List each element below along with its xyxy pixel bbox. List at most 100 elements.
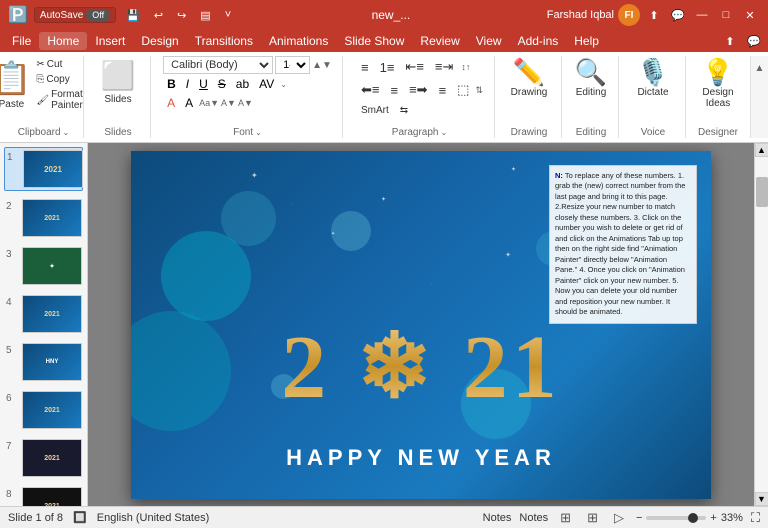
ribbon-right-toolbar: ▲ [750, 56, 768, 138]
minimize-button[interactable]: — [692, 5, 712, 25]
drawing-button[interactable]: ✏️ Drawing [506, 56, 553, 101]
indent-more-button[interactable]: ≡⇥ [430, 56, 458, 78]
slide-thumb-8[interactable]: 8 2021 [4, 485, 83, 506]
notes-button[interactable]: Notes [483, 512, 512, 524]
slide-img-8: 2021 [22, 487, 82, 506]
present-button[interactable]: ▤ [196, 8, 214, 23]
user-name: Farshad Iqbal [547, 9, 614, 21]
font-content: Calibri (Body) 18 ▲▼ B I U S ab AV [163, 56, 332, 125]
copy-label: Copy [46, 74, 69, 85]
ribbon: 📋 Paste ✂ Cut ⎘ Copy 🖌 Format Painter Cl… [0, 52, 768, 143]
star-2: ✦ [381, 196, 386, 203]
font-family-select[interactable]: Calibri (Body) [163, 56, 273, 74]
slide-thumb-6[interactable]: 6 2021 [4, 389, 83, 431]
menu-design[interactable]: Design [133, 32, 186, 50]
design-ideas-button[interactable]: 💡 Design Ideas [697, 56, 739, 112]
star-7: · [291, 201, 292, 206]
ribbon-designer-group: 💡 Design Ideas Designer [688, 56, 748, 138]
view-normal-button[interactable]: ⊞ [556, 509, 575, 527]
menu-file[interactable]: File [4, 32, 39, 50]
slide-num-3: 3 [6, 249, 18, 260]
dictate-button[interactable]: 🎙️ Dictate [632, 56, 674, 101]
justify-button[interactable]: ≡ [434, 80, 452, 101]
editing-button[interactable]: 🔍 Editing [570, 56, 612, 101]
menu-review[interactable]: Review [412, 32, 467, 50]
collapse-ribbon-button[interactable]: ▲ [752, 60, 768, 76]
redo-button[interactable]: ↪ [173, 8, 190, 23]
font-extra: Aa▼ A▼ A▼ [199, 98, 253, 108]
menu-view[interactable]: View [468, 32, 510, 50]
font-group-label: Font ⌄ [159, 127, 336, 138]
view-slide-sorter-button[interactable]: ⊞ [583, 509, 602, 527]
paste-button[interactable]: 📋 Paste [0, 56, 31, 113]
menu-home[interactable]: Home [39, 32, 87, 50]
highlight-button[interactable]: A [181, 94, 197, 112]
comments-button[interactable]: 💬 [668, 5, 688, 25]
smartart-button[interactable]: SmArt [356, 102, 394, 119]
zoom-slider[interactable] [646, 516, 706, 520]
notes-label-text[interactable]: Notes [519, 512, 548, 524]
zoom-thumb[interactable] [688, 513, 698, 523]
slide-num-8: 8 [6, 489, 18, 500]
slide-thumb-1[interactable]: 1 2021 [4, 147, 83, 191]
convert-to-text[interactable]: ⇆ [395, 102, 413, 119]
undo-button[interactable]: ↩ [150, 8, 167, 23]
font-size-select[interactable]: 18 [275, 56, 310, 74]
bold-button[interactable]: B [163, 75, 180, 93]
more-quick-buttons[interactable]: ˅ [221, 8, 235, 22]
indent-less-button[interactable]: ⇤≡ [400, 56, 428, 78]
share-button[interactable]: ⬆ [644, 5, 664, 25]
menu-transitions[interactable]: Transitions [187, 32, 261, 50]
menu-insert[interactable]: Insert [87, 32, 133, 50]
slide-thumb-4[interactable]: 4 2021 [4, 293, 83, 335]
close-button[interactable]: ✕ [740, 5, 760, 25]
clipboard-content: 📋 Paste ✂ Cut ⎘ Copy 🖌 Format Painter [0, 56, 96, 125]
strikethrough-button[interactable]: S [214, 75, 230, 93]
char-spacing-button[interactable]: AV [255, 75, 278, 93]
numbering-button[interactable]: 1≡ [375, 57, 400, 78]
font-controls: Calibri (Body) 18 ▲▼ B I U S ab AV [163, 56, 332, 112]
zoom-level: 33% [721, 512, 743, 524]
slide-canvas[interactable]: ✦ ✦ ✦ ✦ ✦ ✦ · · 2 ❄ 21 HAPPY NEW YEAR N:… [131, 151, 711, 499]
slide-img-5: HNY [22, 343, 82, 381]
menu-addins[interactable]: Add-ins [510, 32, 567, 50]
save-quick-button[interactable]: 💾 [122, 8, 144, 23]
autosave-toggle[interactable]: Off [86, 9, 110, 21]
scroll-track[interactable] [755, 157, 768, 492]
ribbon-comments-icon[interactable]: 💬 [744, 31, 764, 51]
align-left-button[interactable]: ⬅≡ [356, 79, 384, 101]
zoom-in-button[interactable]: + [710, 512, 716, 524]
canvas-area[interactable]: ✦ ✦ ✦ ✦ ✦ ✦ · · 2 ❄ 21 HAPPY NEW YEAR N:… [88, 143, 754, 506]
scroll-up-button[interactable]: ▲ [755, 143, 768, 157]
ribbon-share-icon[interactable]: ⬆ [720, 31, 740, 51]
editing-content: 🔍 Editing [570, 56, 612, 125]
view-reading-button[interactable]: ▷ [610, 509, 628, 527]
slide-thumb-5[interactable]: 5 HNY [4, 341, 83, 383]
font-color-button[interactable]: A [163, 94, 179, 112]
app-icon: 🅿️ [8, 5, 28, 25]
bullets-button[interactable]: ≡ [356, 57, 374, 78]
menu-help[interactable]: Help [566, 32, 607, 50]
ribbon-slides-group: ⬜ Slides Slides [86, 56, 151, 138]
fit-slide-button[interactable]: ⛶ [751, 510, 760, 526]
align-right-button[interactable]: ≡➡ [404, 79, 432, 101]
maximize-button[interactable]: □ [716, 5, 736, 25]
happy-new-year-text: HAPPY NEW YEAR [131, 445, 711, 471]
slides-button[interactable]: ⬜ Slides [96, 56, 141, 108]
vertical-scrollbar: ▲ ▼ [754, 143, 768, 506]
slide-thumb-7[interactable]: 7 2021 [4, 437, 83, 479]
scroll-thumb[interactable] [756, 177, 768, 207]
menu-slideshow[interactable]: Slide Show [336, 32, 412, 50]
autosave-button[interactable]: AutoSave Off [34, 7, 116, 23]
slide-thumb-2[interactable]: 2 2021 [4, 197, 83, 239]
slide-thumb-3[interactable]: 3 ✦ [4, 245, 83, 287]
underline-button[interactable]: U [195, 75, 212, 93]
scroll-down-button[interactable]: ▼ [755, 492, 768, 506]
shadow-button[interactable]: ab [232, 75, 253, 93]
columns-button[interactable]: ⬚ [452, 79, 474, 101]
bokeh-3 [131, 311, 231, 431]
zoom-out-button[interactable]: − [636, 512, 642, 524]
italic-button[interactable]: I [182, 75, 193, 93]
align-center-button[interactable]: ≡ [385, 80, 403, 101]
menu-animations[interactable]: Animations [261, 32, 336, 50]
